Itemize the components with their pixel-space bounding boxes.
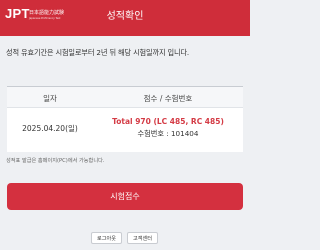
score-table: 일자 점수 / 수험번호 2025.04.20(일) Total 970 (LC… — [7, 86, 243, 152]
score-column-header: 점수 / 수험번호 — [143, 94, 193, 103]
date-column-header: 일자 — [43, 94, 57, 103]
logout-button[interactable]: 로그아웃 — [91, 232, 122, 244]
customer-center-button[interactable]: 고객센터 — [127, 232, 158, 244]
table-header: 일자 점수 / 수험번호 — [7, 86, 243, 108]
total-score: Total 970 (LC 485, RC 485) — [112, 117, 224, 126]
exam-number: 수험번호 : 101404 — [137, 129, 199, 138]
header-bar: JPT 日本語能力試験 Japanese Proficiency Test 성적… — [0, 0, 250, 36]
certificate-footnote: 성적표 발급은 홈페이지(PC)에서 가능합니다. — [6, 158, 105, 164]
exam-date: 2025.04.20(일) — [22, 124, 78, 133]
page-title: 성적확인 — [106, 11, 144, 22]
validity-notice: 성적 유효기간은 시험일로부터 2년 뒤 해당 시험일까지 입니다. — [6, 48, 190, 57]
apply-exam-button[interactable]: 시험접수 — [7, 183, 243, 210]
